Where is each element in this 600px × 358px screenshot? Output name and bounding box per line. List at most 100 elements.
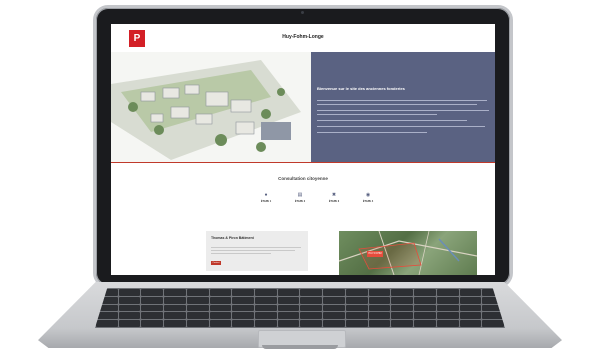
- keyboard-key: [368, 312, 391, 320]
- keyboard-key: [345, 320, 368, 327]
- aerial-map[interactable]: HUY-FOHM: [339, 231, 477, 275]
- keyboard-key: [323, 296, 345, 304]
- welcome-heading: Bienvenue sur le site des anciennes fond…: [317, 86, 405, 91]
- keyboard-key: [209, 289, 232, 296]
- keyboard-key: [232, 320, 255, 327]
- keyboard-key: [186, 296, 209, 304]
- consultation-title: Consultation citoyenne: [278, 176, 328, 181]
- keyboard-key: [277, 304, 300, 312]
- keyboard-key: [232, 296, 255, 304]
- keyboard-key: [368, 289, 391, 296]
- keyboard-key: [345, 312, 368, 320]
- hero-section: Bienvenue sur le site des anciennes fond…: [111, 52, 495, 162]
- keyboard-key: [459, 312, 482, 320]
- keyboard-key: [141, 304, 164, 312]
- keyboard-key: [209, 304, 232, 312]
- keyboard-key: [277, 312, 300, 320]
- keyboard-key: [345, 289, 368, 296]
- keyboard-key: [300, 320, 323, 327]
- text-line: [317, 126, 485, 127]
- text-line: [317, 100, 487, 101]
- laptop-screen: P Huy-Fohm-Longe Bienvenue sur le site d…: [111, 24, 495, 275]
- site-header: P Huy-Fohm-Longe: [111, 24, 495, 52]
- keyboard-key: [323, 320, 345, 327]
- keyboard-key: [345, 304, 368, 312]
- keyboard-key: [436, 304, 459, 312]
- keyboard-key: [232, 304, 255, 312]
- keyboard-key: [186, 304, 209, 312]
- keyboard-key: [391, 320, 414, 327]
- keyboard-key: [414, 296, 436, 304]
- keyboard-key: [141, 289, 164, 296]
- step-4[interactable]: ◉ ÉTAPE 4: [343, 192, 393, 203]
- keyboard-key: [436, 320, 459, 327]
- keyboard-key: [414, 304, 436, 312]
- keyboard-key: [164, 312, 186, 320]
- keyboard-key: [436, 296, 459, 304]
- keyboard-key: [209, 312, 232, 320]
- keyboard-key: [391, 289, 414, 296]
- keyboard-key: [186, 320, 209, 327]
- keyboard-key: [164, 320, 186, 327]
- keyboard-key: [118, 289, 141, 296]
- keyboard-key: [368, 320, 391, 327]
- keyboard-key: [300, 312, 323, 320]
- chat-icon: ◉: [365, 192, 371, 198]
- keyboard-key: [255, 320, 277, 327]
- keyboard: [95, 288, 505, 328]
- step-label: ÉTAPE 4: [362, 200, 374, 203]
- keyboard-key: [459, 289, 482, 296]
- keyboard-key: [255, 289, 277, 296]
- keyboard-key: [255, 312, 277, 320]
- keyboard-key: [300, 289, 323, 296]
- keyboard-key: [459, 304, 482, 312]
- camera-icon: [301, 11, 304, 14]
- keyboard-key: [118, 304, 141, 312]
- text-line: [211, 247, 301, 248]
- keyboard-key: [482, 320, 504, 327]
- keyboard-key: [255, 304, 277, 312]
- keyboard-key: [368, 304, 391, 312]
- keyboard-key: [186, 289, 209, 296]
- keyboard-key: [118, 320, 141, 327]
- keyboard-key: [118, 312, 141, 320]
- laptop-front-notch: [262, 345, 338, 349]
- aerial-illustration-icon: [111, 60, 301, 160]
- keyboard-key: [436, 289, 459, 296]
- keyboard-key: [300, 296, 323, 304]
- keyboard-key: [345, 296, 368, 304]
- keyboard-key: [164, 304, 186, 312]
- keyboard-key: [209, 296, 232, 304]
- keyboard-key: [459, 296, 482, 304]
- page-title: Huy-Fohm-Longe: [282, 34, 324, 40]
- keyboard-key: [209, 320, 232, 327]
- keyboard-key: [141, 296, 164, 304]
- card-title: Thomas & Piron Bâtiment: [211, 236, 254, 240]
- keyboard-key: [164, 289, 186, 296]
- text-line: [211, 250, 295, 251]
- keyboard-key: [277, 296, 300, 304]
- keyboard-key: [323, 312, 345, 320]
- partner-card: Thomas & Piron Bâtiment Contact: [206, 231, 308, 271]
- keyboard-key: [186, 312, 209, 320]
- welcome-panel: Bienvenue sur le site des anciennes fond…: [311, 52, 495, 162]
- keyboard-key: [323, 304, 345, 312]
- keyboard-key: [391, 296, 414, 304]
- keyboard-key: [391, 312, 414, 320]
- keyboard-key: [459, 320, 482, 327]
- keyboard-key: [232, 312, 255, 320]
- keyboard-key: [277, 289, 300, 296]
- keyboard-key: [232, 289, 255, 296]
- text-line: [317, 104, 477, 105]
- keyboard-key: [414, 320, 436, 327]
- text-line: [317, 120, 467, 121]
- keyboard-key: [414, 289, 436, 296]
- keyboard-key: [414, 312, 436, 320]
- section-divider: [111, 162, 495, 163]
- hero-illustration: [111, 52, 311, 162]
- contact-button[interactable]: Contact: [211, 261, 221, 265]
- text-line: [211, 253, 271, 254]
- keyboard-key: [255, 296, 277, 304]
- map-label: HUY-FOHM: [367, 251, 383, 257]
- keyboard-key: [277, 320, 300, 327]
